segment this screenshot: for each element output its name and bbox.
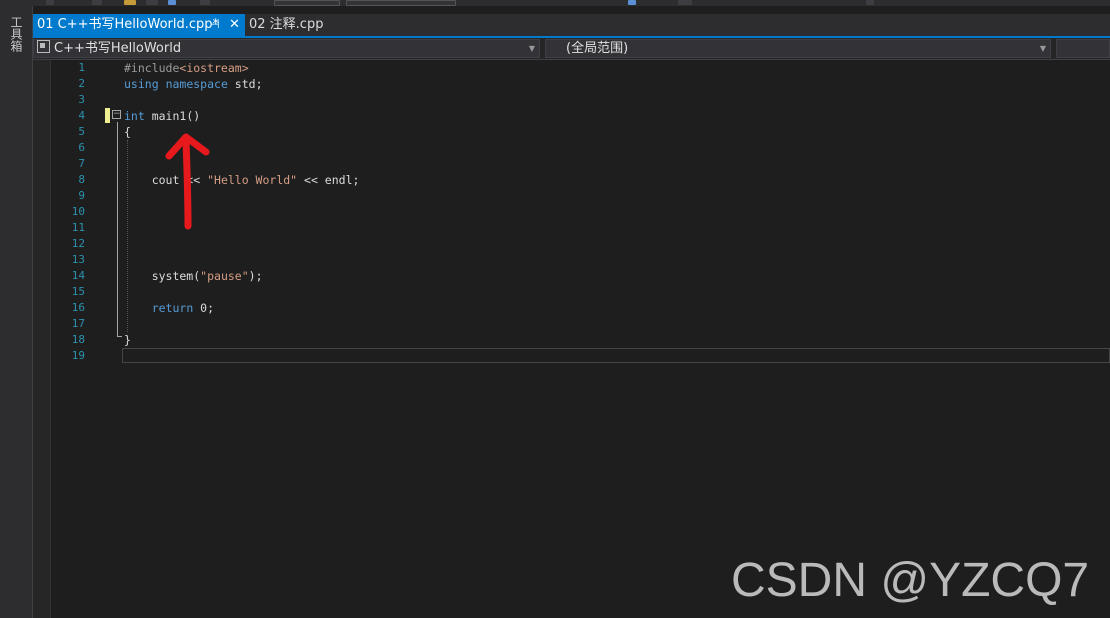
member-dropdown[interactable] (1056, 39, 1110, 58)
document-tabs: 01 C++书写HelloWorld.cpp* ⊣ ✕ 02 注释.cpp (33, 14, 1110, 36)
red-arrow-annotation (165, 133, 210, 230)
code-line[interactable]: #include<iostream> (124, 60, 249, 76)
code-line[interactable]: } (124, 332, 131, 348)
line-number: 19 (71, 349, 85, 362)
code-token: <iostream> (179, 61, 249, 75)
line-number: 15 (71, 285, 85, 298)
code-token: std; (227, 77, 263, 91)
line-number: 6 (78, 141, 85, 154)
scope-name: (全局范围) (566, 41, 629, 56)
toolbox-label[interactable]: 工具箱 (9, 16, 23, 52)
line-number: 17 (71, 317, 85, 330)
collapse-toggle-icon[interactable]: − (112, 110, 121, 119)
close-icon[interactable]: ✕ (229, 14, 240, 36)
toolbar-button[interactable] (46, 0, 54, 5)
code-token: ); (248, 269, 263, 283)
line-number: 4 (78, 109, 85, 122)
tab-helloworld-cpp[interactable]: 01 C++书写HelloWorld.cpp* ⊣ ✕ (33, 14, 245, 36)
outline-fold-end (117, 336, 122, 337)
outline-fold-line (117, 122, 118, 336)
line-number: 13 (71, 253, 85, 266)
code-token: return (151, 301, 194, 315)
current-line-highlight (122, 348, 1110, 363)
code-token: system( (124, 269, 201, 283)
navigation-bar: C++书写HelloWorld ▼ (全局范围) ▼ (33, 38, 1110, 60)
toolbar-button[interactable] (200, 0, 210, 5)
code-line[interactable]: return 0; (124, 300, 214, 316)
selection-margin[interactable] (33, 60, 51, 618)
line-number: 7 (78, 157, 85, 170)
project-dropdown[interactable]: C++书写HelloWorld ▼ (33, 39, 540, 58)
code-token: "pause" (200, 269, 249, 283)
line-number: 16 (71, 301, 85, 314)
toolbar-button[interactable] (168, 0, 176, 5)
toolbar-button[interactable] (92, 0, 102, 5)
line-number: 8 (78, 173, 85, 186)
code-line[interactable]: using namespace std; (124, 76, 263, 92)
tab-comment-cpp[interactable]: 02 注释.cpp (249, 14, 323, 36)
code-token: main1() (144, 109, 201, 123)
project-icon (37, 40, 50, 53)
code-token: int (124, 109, 145, 123)
line-number: 18 (71, 333, 85, 346)
platform-combo[interactable] (346, 0, 456, 6)
code-line[interactable]: system("pause"); (124, 268, 263, 284)
pin-icon[interactable]: ⊣ (210, 14, 220, 36)
tab-label: 01 C++书写HelloWorld.cpp* (37, 17, 220, 32)
code-line[interactable]: { (124, 124, 131, 140)
chevron-down-icon: ▼ (528, 44, 535, 53)
config-combo[interactable] (274, 0, 340, 6)
code-token: "Hello World" (207, 173, 298, 187)
line-number: 10 (71, 205, 85, 218)
code-token: 0; (193, 301, 215, 315)
chevron-down-icon: ▼ (1039, 44, 1046, 53)
code-token: using (124, 77, 159, 91)
scope-dropdown[interactable]: (全局范围) ▼ (545, 39, 1051, 58)
code-line[interactable]: int main1() (124, 108, 200, 124)
line-number: 2 (78, 77, 85, 90)
toolbar-button[interactable] (678, 0, 692, 5)
line-number: 14 (71, 269, 85, 282)
line-number: 12 (71, 237, 85, 250)
toolbar-button[interactable] (146, 0, 158, 5)
line-number: 5 (78, 125, 85, 138)
tab-label: 02 注释.cpp (249, 17, 324, 32)
change-indicator (105, 108, 110, 123)
top-toolbar (0, 0, 1110, 6)
toolbar-button[interactable] (124, 0, 136, 5)
code-token: #include (124, 61, 180, 75)
project-name: C++书写HelloWorld (54, 41, 182, 56)
line-number: 9 (78, 189, 85, 202)
toolbar-button[interactable] (628, 0, 636, 5)
line-number: 3 (78, 93, 85, 106)
line-number: 11 (71, 221, 85, 234)
code-token: { (124, 125, 131, 139)
line-number: 1 (78, 61, 85, 74)
watermark: CSDN @YZCQ7 (731, 554, 1090, 607)
toolbar-button[interactable] (866, 0, 874, 5)
code-token: } (124, 333, 131, 347)
toolbox-panel[interactable]: 工具箱 (0, 6, 33, 618)
code-token: namespace (165, 77, 228, 91)
code-token: << endl; (297, 173, 360, 187)
